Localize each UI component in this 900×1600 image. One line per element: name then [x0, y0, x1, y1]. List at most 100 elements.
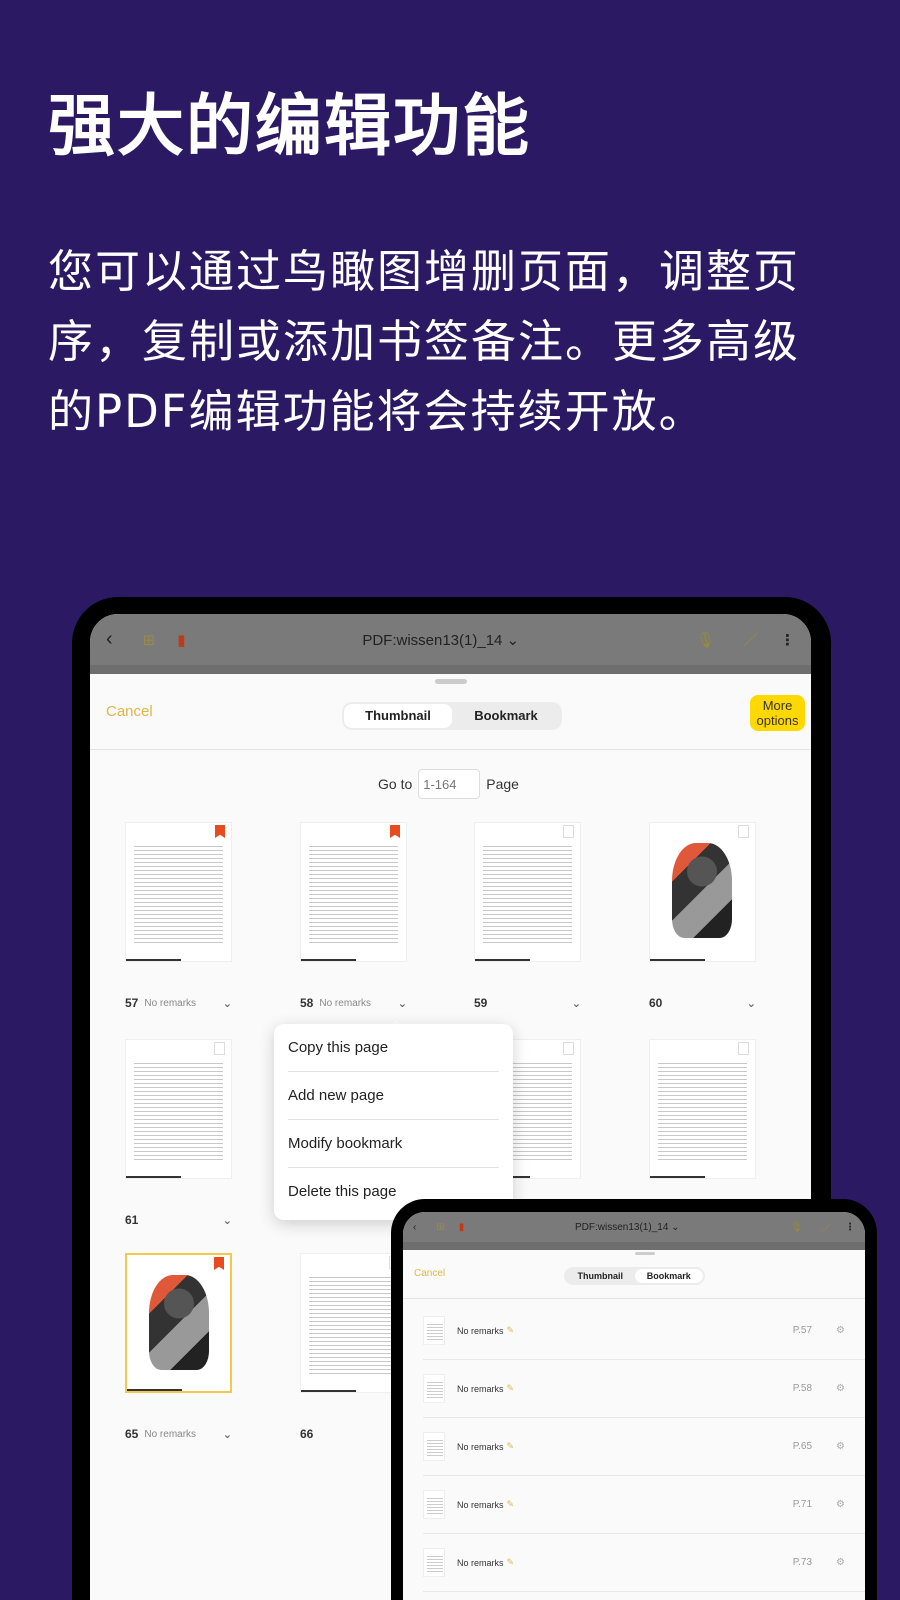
thumbnail-label: 59 ⌄ — [474, 996, 581, 1010]
thumb-underline — [650, 959, 705, 961]
tab-thumbnail[interactable]: Thumbnail — [566, 1269, 635, 1283]
bookmark-row[interactable]: No remarks ✎ P.73 ⚙ — [423, 1534, 865, 1592]
add-page-item[interactable]: Add new page — [288, 1072, 499, 1120]
description: 您可以通过鸟瞰图增删页面，调整页序，复制或添加书签备注。更多高级的PDF编辑功能… — [48, 245, 801, 438]
chevron-down-icon[interactable]: ⌄ — [223, 997, 232, 1010]
tool-strip — [90, 665, 811, 674]
chevron-down-icon[interactable]: ⌄ — [747, 997, 756, 1010]
remark-text: No remarks — [457, 1325, 504, 1336]
edit-icon[interactable]: ✎ — [507, 1557, 515, 1568]
back-icon[interactable]: ‹ — [413, 1222, 416, 1233]
grid-icon[interactable]: ⊞ — [143, 631, 156, 649]
cancel-button[interactable]: Cancel — [106, 703, 153, 720]
page-number: 60 — [649, 996, 663, 1010]
page-thumbnail[interactable] — [474, 822, 581, 962]
grid-icon[interactable]: ⊞ — [436, 1222, 444, 1233]
bookmark-thumbnail — [423, 1316, 445, 1345]
chevron-down-icon[interactable]: ⌄ — [398, 997, 407, 1010]
pen-icon[interactable]: ／ — [821, 1220, 831, 1235]
edit-icon[interactable]: ✎ — [507, 1325, 515, 1336]
edit-icon[interactable]: ✎ — [507, 1499, 515, 1510]
bookmark-page: P.71 — [792, 1499, 813, 1510]
thumb-underline — [650, 1176, 705, 1178]
promo-page: 强大的编辑功能 您可以通过鸟瞰图增删页面，调整页序，复制或添加书签备注。更多高级… — [0, 0, 900, 1600]
page-thumbnail[interactable] — [125, 1253, 232, 1393]
thumb-underline — [475, 959, 530, 961]
page-label: Page — [486, 776, 519, 792]
chevron-down-icon[interactable]: ⌄ — [223, 1214, 232, 1227]
bookmark-row[interactable]: No remarks ✎ P.58 ⚙ — [423, 1360, 865, 1418]
add-bookmark-icon[interactable] — [563, 1042, 574, 1055]
page-illustration — [672, 843, 732, 938]
more-icon[interactable]: ⋮ — [780, 631, 795, 649]
remark-text: No remarks — [457, 1499, 504, 1510]
copy-page-item[interactable]: Copy this page — [288, 1024, 499, 1072]
chevron-down-icon[interactable]: ⌄ — [223, 1428, 232, 1441]
drag-handle[interactable] — [635, 1252, 655, 1255]
remark-text: No remarks — [144, 1428, 197, 1440]
tab-bookmark[interactable]: Bookmark — [634, 1269, 703, 1283]
divider — [403, 1298, 865, 1299]
page-thumbnail[interactable] — [300, 822, 407, 962]
remark-text: No remarks — [457, 1441, 504, 1452]
add-bookmark-icon[interactable] — [738, 1042, 749, 1055]
add-bookmark-icon[interactable] — [738, 825, 749, 838]
page-thumbnail[interactable] — [649, 1039, 756, 1179]
doc-title[interactable]: PDF:wissen13(1)_14 ⌄ — [464, 1222, 790, 1233]
edit-icon[interactable]: ✎ — [507, 1383, 515, 1394]
headline: 强大的编辑功能 — [48, 87, 531, 165]
bookmark-row[interactable]: No remarks ✎ P.57 ⚙ — [423, 1302, 865, 1360]
doc-title[interactable]: PDF:wissen13(1)_14 ⌄ — [186, 631, 696, 649]
toolbar: ‹ ⊞ ▮ PDF:wissen13(1)_14 ⌄ 🎙 ／ ⋮ — [90, 614, 811, 665]
bookmark-row[interactable]: No remarks ✎ P.71 ⚙ — [423, 1476, 865, 1534]
page-thumbnail[interactable] — [125, 1039, 232, 1179]
goto-label: Go to — [378, 776, 413, 792]
settings-icon[interactable]: ⚙ — [836, 1441, 845, 1452]
page-thumbnail[interactable] — [649, 822, 756, 962]
cancel-button[interactable]: Cancel — [414, 1268, 445, 1279]
bookmark-list: No remarks ✎ P.57 ⚙ No remarks ✎ P.58 ⚙ No remar… — [423, 1302, 865, 1592]
page-number: 61 — [125, 1213, 139, 1227]
bookmark-page: P.73 — [792, 1557, 813, 1568]
remark-text: No remarks — [457, 1383, 504, 1394]
bookmark-page: P.58 — [792, 1383, 813, 1394]
settings-icon[interactable]: ⚙ — [836, 1557, 845, 1568]
mic-icon[interactable]: 🎙 — [696, 631, 715, 649]
page-illustration — [149, 1275, 209, 1370]
add-bookmark-icon[interactable] — [214, 1042, 225, 1055]
pen-icon[interactable]: ／ — [743, 629, 758, 650]
chevron-down-icon[interactable]: ⌄ — [572, 997, 581, 1010]
more-options-button[interactable]: More options — [750, 695, 805, 731]
view-tabs: Thumbnail Bookmark — [564, 1267, 705, 1285]
back-icon[interactable]: ‹ — [106, 628, 113, 651]
thumb-underline — [301, 959, 356, 961]
phone-toolbar: ‹ ⊞ ▮ PDF:wissen13(1)_14 ⌄ 🎙 ／ ⋮ — [403, 1212, 865, 1242]
modify-bookmark-item[interactable]: Modify bookmark — [288, 1120, 499, 1168]
page-thumbnail[interactable] — [125, 822, 232, 962]
goto-page-input[interactable] — [418, 769, 481, 799]
phone-screen: ‹ ⊞ ▮ PDF:wissen13(1)_14 ⌄ 🎙 ／ ⋮ Cancel … — [403, 1212, 865, 1600]
thumbnail-label: 61 ⌄ — [125, 1213, 232, 1227]
thumbnail-label: 58 No remarks ⌄ — [300, 996, 407, 1010]
bookmark-flag-icon[interactable] — [215, 825, 225, 838]
settings-icon[interactable]: ⚙ — [836, 1499, 845, 1510]
mic-icon[interactable]: 🎙 — [790, 1222, 803, 1233]
bookmark-thumbnail — [423, 1432, 445, 1461]
settings-icon[interactable]: ⚙ — [836, 1383, 845, 1394]
bookmark-icon[interactable]: ▮ — [177, 631, 185, 649]
tab-thumbnail[interactable]: Thumbnail — [344, 704, 452, 728]
settings-icon[interactable]: ⚙ — [836, 1325, 845, 1336]
thumb-underline — [126, 1176, 181, 1178]
drag-handle[interactable] — [435, 679, 467, 684]
add-bookmark-icon[interactable] — [563, 825, 574, 838]
bookmark-page: P.65 — [792, 1441, 813, 1452]
bookmark-flag-icon[interactable] — [214, 1257, 224, 1270]
tab-bookmark[interactable]: Bookmark — [452, 704, 560, 728]
bookmark-row[interactable]: No remarks ✎ P.65 ⚙ — [423, 1418, 865, 1476]
page-number: 58 — [300, 996, 314, 1010]
bookmark-flag-icon[interactable] — [390, 825, 400, 838]
thumbnail-label: 60 ⌄ — [649, 996, 756, 1010]
view-tabs: Thumbnail Bookmark — [342, 702, 562, 730]
edit-icon[interactable]: ✎ — [507, 1441, 515, 1452]
more-icon[interactable]: ⋮ — [845, 1222, 855, 1233]
